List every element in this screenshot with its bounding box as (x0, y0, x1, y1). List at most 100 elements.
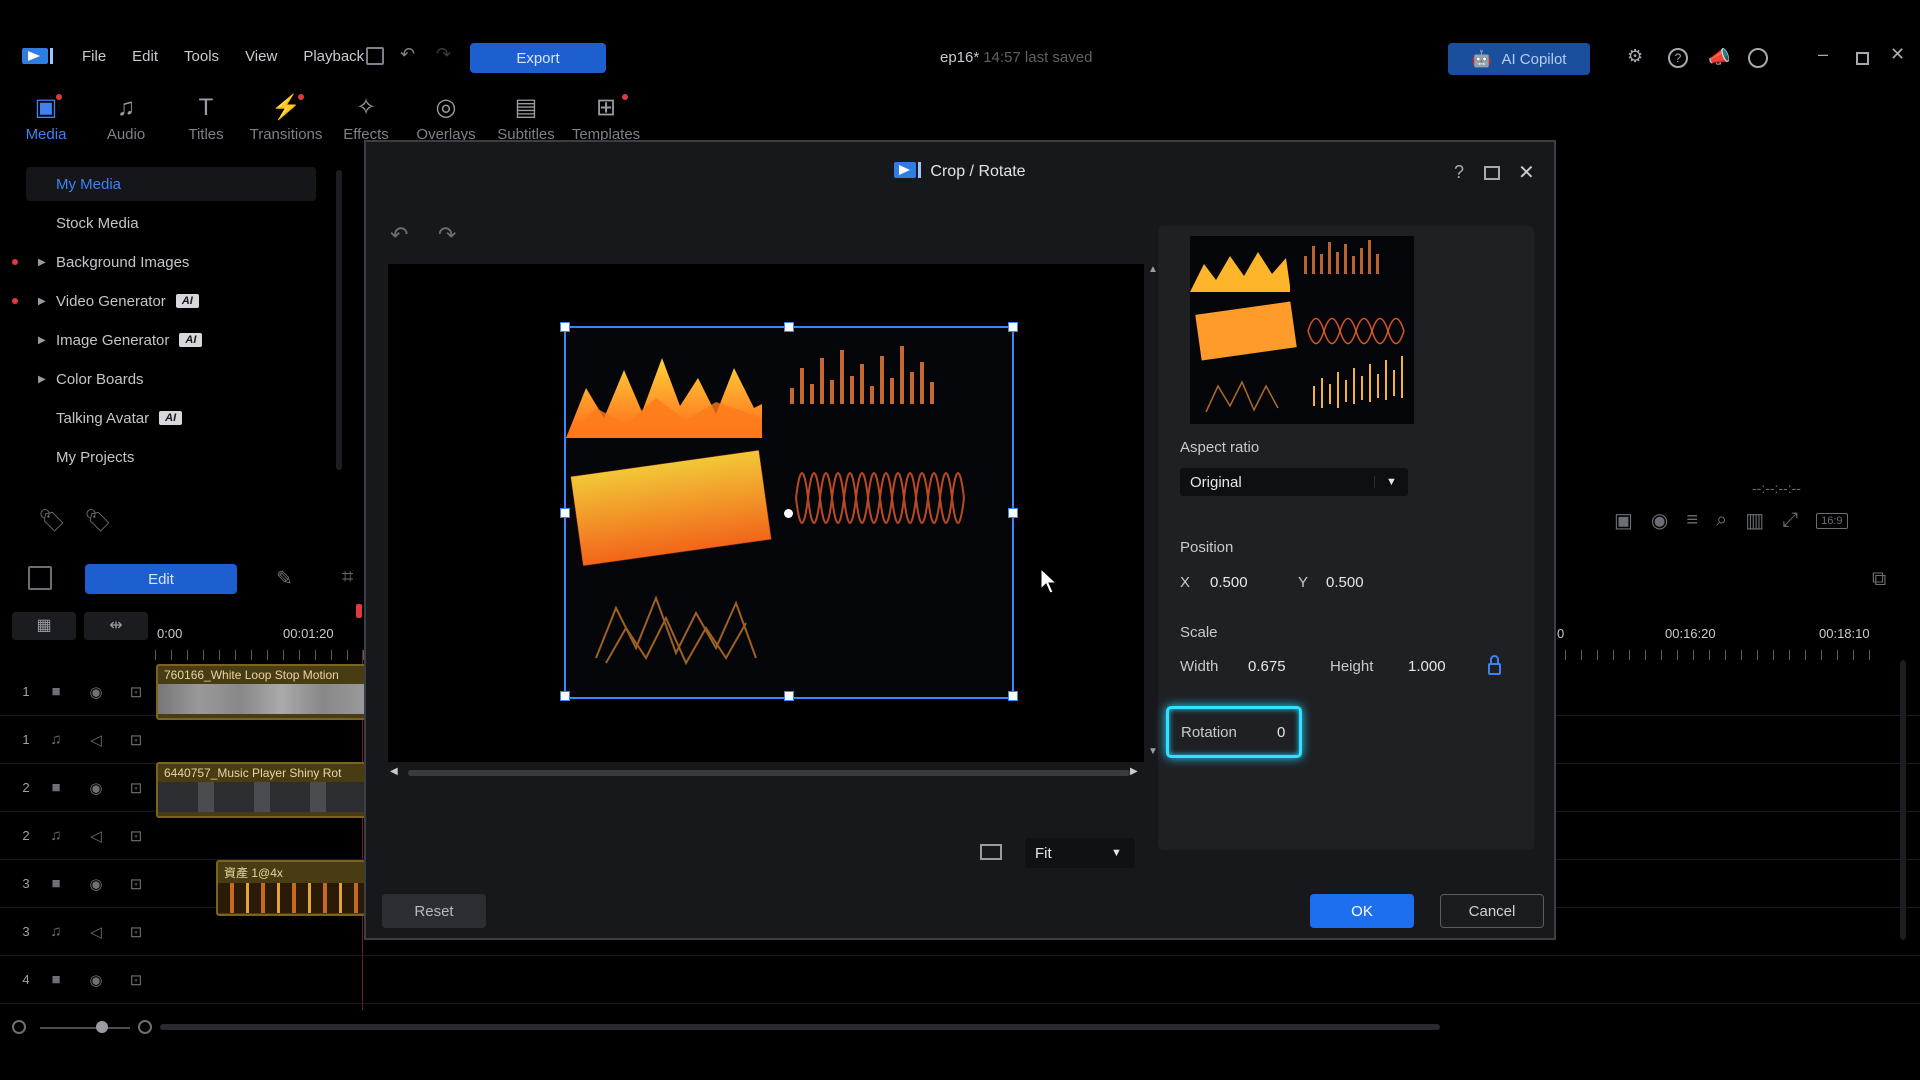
tab-effects[interactable]: ✧ Effects (326, 94, 406, 143)
track-manager-icon[interactable]: ▦ (12, 612, 76, 640)
tab-transitions[interactable]: ⚡ Transitions (246, 93, 326, 143)
zoom-icon[interactable]: ⌕ (1716, 509, 1727, 532)
library-scrollbar[interactable] (336, 170, 342, 470)
zoom-in-icon[interactable] (138, 1020, 152, 1034)
cancel-button[interactable]: Cancel (1440, 894, 1544, 928)
expand-arrow-icon[interactable]: ▶ (38, 257, 46, 268)
rotation-field-highlight[interactable]: Rotation 0 (1166, 706, 1302, 758)
crop-handle-top[interactable] (784, 322, 794, 332)
playhead-marker[interactable] (356, 604, 362, 618)
tab-audio[interactable]: ♫ Audio (86, 94, 166, 143)
undo-icon[interactable]: ↶ (400, 44, 415, 65)
help-icon[interactable]: ? (1454, 162, 1464, 183)
tab-templates[interactable]: ⊞ Templates (566, 93, 646, 143)
visibility-eye-icon[interactable]: ◉ (76, 683, 116, 701)
tab-subtitles[interactable]: ▤ Subtitles (486, 94, 566, 143)
lock-icon[interactable]: ⊡ (116, 827, 156, 845)
library-item-video-generator[interactable]: ▶ Video Generator AI (26, 284, 316, 318)
menu-file[interactable]: File (82, 48, 106, 65)
library-item-my-projects[interactable]: My Projects (26, 440, 316, 474)
list-icon[interactable]: ≡ (1686, 509, 1698, 532)
safe-area-icon[interactable] (980, 844, 1002, 860)
scroll-right-arrow-icon[interactable]: ▶ (1130, 766, 1138, 777)
redo-icon[interactable]: ↷ (436, 44, 451, 65)
scroll-up-arrow-icon[interactable]: ▲ (1148, 264, 1158, 275)
snapshot-camera-icon[interactable]: ▣ (1614, 508, 1633, 533)
zoom-slider[interactable] (40, 1027, 130, 1029)
timeline-view-icon[interactable] (28, 566, 52, 590)
visibility-eye-icon[interactable]: ◉ (76, 779, 116, 797)
ai-copilot-button[interactable]: 🤖 AI Copilot (1448, 43, 1590, 75)
crop-handle-top-left[interactable] (560, 322, 570, 332)
undo-icon[interactable]: ↶ (390, 222, 408, 248)
tab-overlays[interactable]: ◎ Overlays (406, 94, 486, 143)
aspect-ratio-badge[interactable]: 16:9 (1816, 512, 1848, 529)
crop-preview-canvas[interactable] (388, 264, 1144, 762)
library-item-my-media[interactable]: My Media (26, 167, 316, 201)
expand-arrow-icon[interactable]: ▶ (38, 335, 46, 346)
tab-titles[interactable]: T Titles (166, 94, 246, 143)
tab-media[interactable]: ▣ Media (6, 93, 86, 143)
library-item-stock-media[interactable]: Stock Media (26, 206, 316, 240)
crop-center-point[interactable] (784, 509, 793, 518)
zoom-slider-handle[interactable] (96, 1021, 108, 1033)
crop-handle-bottom-left[interactable] (560, 691, 570, 701)
position-x-input[interactable]: 0.500 (1210, 574, 1248, 591)
crop-handle-bottom[interactable] (784, 691, 794, 701)
speaker-icon[interactable]: ◁ (76, 923, 116, 941)
preview-horizontal-scrollbar[interactable] (408, 770, 1130, 776)
zoom-out-icon[interactable] (12, 1020, 26, 1034)
reset-button[interactable]: Reset (382, 894, 486, 928)
menu-playback[interactable]: Playback (303, 48, 364, 65)
close-app-icon[interactable]: ✕ (1890, 44, 1905, 65)
lock-aspect-icon[interactable] (1488, 663, 1501, 675)
layout-icon[interactable]: ▥ (1745, 508, 1764, 533)
expand-arrow-icon[interactable]: ▶ (38, 296, 46, 307)
add-tag-icon[interactable]: 🏷 (38, 508, 66, 534)
save-icon[interactable] (366, 47, 384, 65)
library-item-background-images[interactable]: ▶ Background Images (26, 245, 316, 279)
timeline-vertical-scrollbar[interactable] (1900, 660, 1906, 940)
timeline-clip[interactable]: 6440757_Music Player Shiny Rot (156, 762, 366, 818)
crop-handle-right[interactable] (1008, 508, 1018, 518)
library-item-image-generator[interactable]: ▶ Image Generator AI (26, 323, 316, 357)
help-icon[interactable]: ? (1668, 48, 1688, 68)
library-item-color-boards[interactable]: ▶ Color Boards (26, 362, 316, 396)
library-item-talking-avatar[interactable]: Talking Avatar AI (26, 401, 316, 435)
visibility-eye-icon[interactable]: ◉ (76, 875, 116, 893)
scroll-down-arrow-icon[interactable]: ▼ (1148, 746, 1158, 757)
crop-handle-top-right[interactable] (1008, 322, 1018, 332)
menu-tools[interactable]: Tools (184, 48, 219, 65)
timeline-clip[interactable]: 資產 1@4x (216, 860, 366, 916)
lock-icon[interactable]: ⊡ (116, 683, 156, 701)
minimize-icon[interactable]: – (1818, 44, 1828, 65)
menu-edit[interactable]: Edit (132, 48, 158, 65)
lock-icon[interactable]: ⊡ (116, 971, 156, 989)
scale-height-input[interactable]: 1.000 (1408, 658, 1446, 675)
restore-icon[interactable] (1856, 52, 1869, 65)
crop-frame[interactable] (560, 322, 1018, 701)
timeline-clip[interactable]: 760166_White Loop Stop Motion (156, 664, 366, 720)
zoom-fit-dropdown[interactable]: Fit ▼ (1025, 838, 1135, 868)
lock-icon[interactable]: ⊡ (116, 731, 156, 749)
fit-timeline-icon[interactable]: ⇹ (84, 612, 148, 640)
fullscreen-icon[interactable]: ⤢ (1782, 509, 1798, 532)
settings-gear-icon[interactable]: ⚙ (1627, 46, 1643, 67)
visibility-eye-icon[interactable]: ◉ (76, 971, 116, 989)
lock-icon[interactable]: ⊡ (116, 923, 156, 941)
lock-icon[interactable]: ⊡ (116, 875, 156, 893)
announcement-icon[interactable]: 📣 (1708, 47, 1730, 68)
close-dialog-icon[interactable]: ✕ (1518, 160, 1535, 185)
redo-icon[interactable]: ↷ (438, 222, 456, 248)
position-y-input[interactable]: 0.500 (1326, 574, 1364, 591)
crop-tool-icon[interactable]: ⌗ (342, 566, 353, 589)
lock-icon[interactable]: ⊡ (116, 779, 156, 797)
edit-button[interactable]: Edit (85, 564, 237, 594)
speaker-icon[interactable]: ◁ (76, 731, 116, 749)
layers-icon[interactable]: ⧉ (1872, 568, 1886, 591)
crop-handle-bottom-right[interactable] (1008, 691, 1018, 701)
crop-handle-left[interactable] (560, 508, 570, 518)
timeline-horizontal-scrollbar[interactable] (160, 1024, 1440, 1030)
export-button[interactable]: Export (470, 43, 606, 73)
account-icon[interactable] (1748, 48, 1768, 68)
